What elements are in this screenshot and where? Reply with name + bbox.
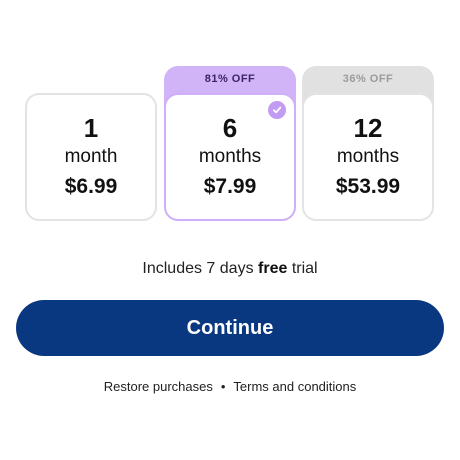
- restore-purchases-link[interactable]: Restore purchases: [104, 379, 213, 394]
- plan-card-selected[interactable]: 6 months $7.99: [164, 93, 296, 221]
- checkmark-icon: [268, 101, 286, 119]
- trial-suffix: trial: [287, 260, 318, 277]
- plan-card[interactable]: 1 month $6.99: [25, 93, 157, 221]
- plan-duration: 1: [83, 113, 99, 143]
- plan-unit: month: [64, 146, 118, 167]
- plan-option-6-months[interactable]: 81% OFF 6 months $7.99: [164, 66, 296, 221]
- terms-and-conditions-link[interactable]: Terms and conditions: [233, 379, 356, 394]
- trial-info-text: Includes 7 days free trial: [0, 259, 460, 279]
- trial-prefix: Includes 7 days: [142, 260, 259, 277]
- plan-price: $7.99: [203, 175, 257, 198]
- paywall-screen: 1 month $6.99 81% OFF 6 months $7.99 36%…: [0, 0, 460, 460]
- continue-button[interactable]: Continue: [16, 300, 444, 356]
- plan-card[interactable]: 12 months $53.99: [302, 93, 434, 221]
- plan-price: $53.99: [335, 175, 401, 198]
- plan-unit: months: [198, 146, 262, 167]
- trial-emphasis: free: [258, 260, 288, 277]
- plan-duration: 12: [353, 113, 383, 143]
- footer-links: Restore purchases • Terms and conditions: [0, 379, 460, 395]
- plan-price: $6.99: [64, 175, 118, 198]
- plan-unit: months: [336, 146, 400, 167]
- footer-separator: •: [220, 379, 226, 394]
- plan-option-12-months[interactable]: 36% OFF 12 months $53.99: [302, 66, 434, 221]
- plan-option-1-month[interactable]: 1 month $6.99: [25, 66, 157, 221]
